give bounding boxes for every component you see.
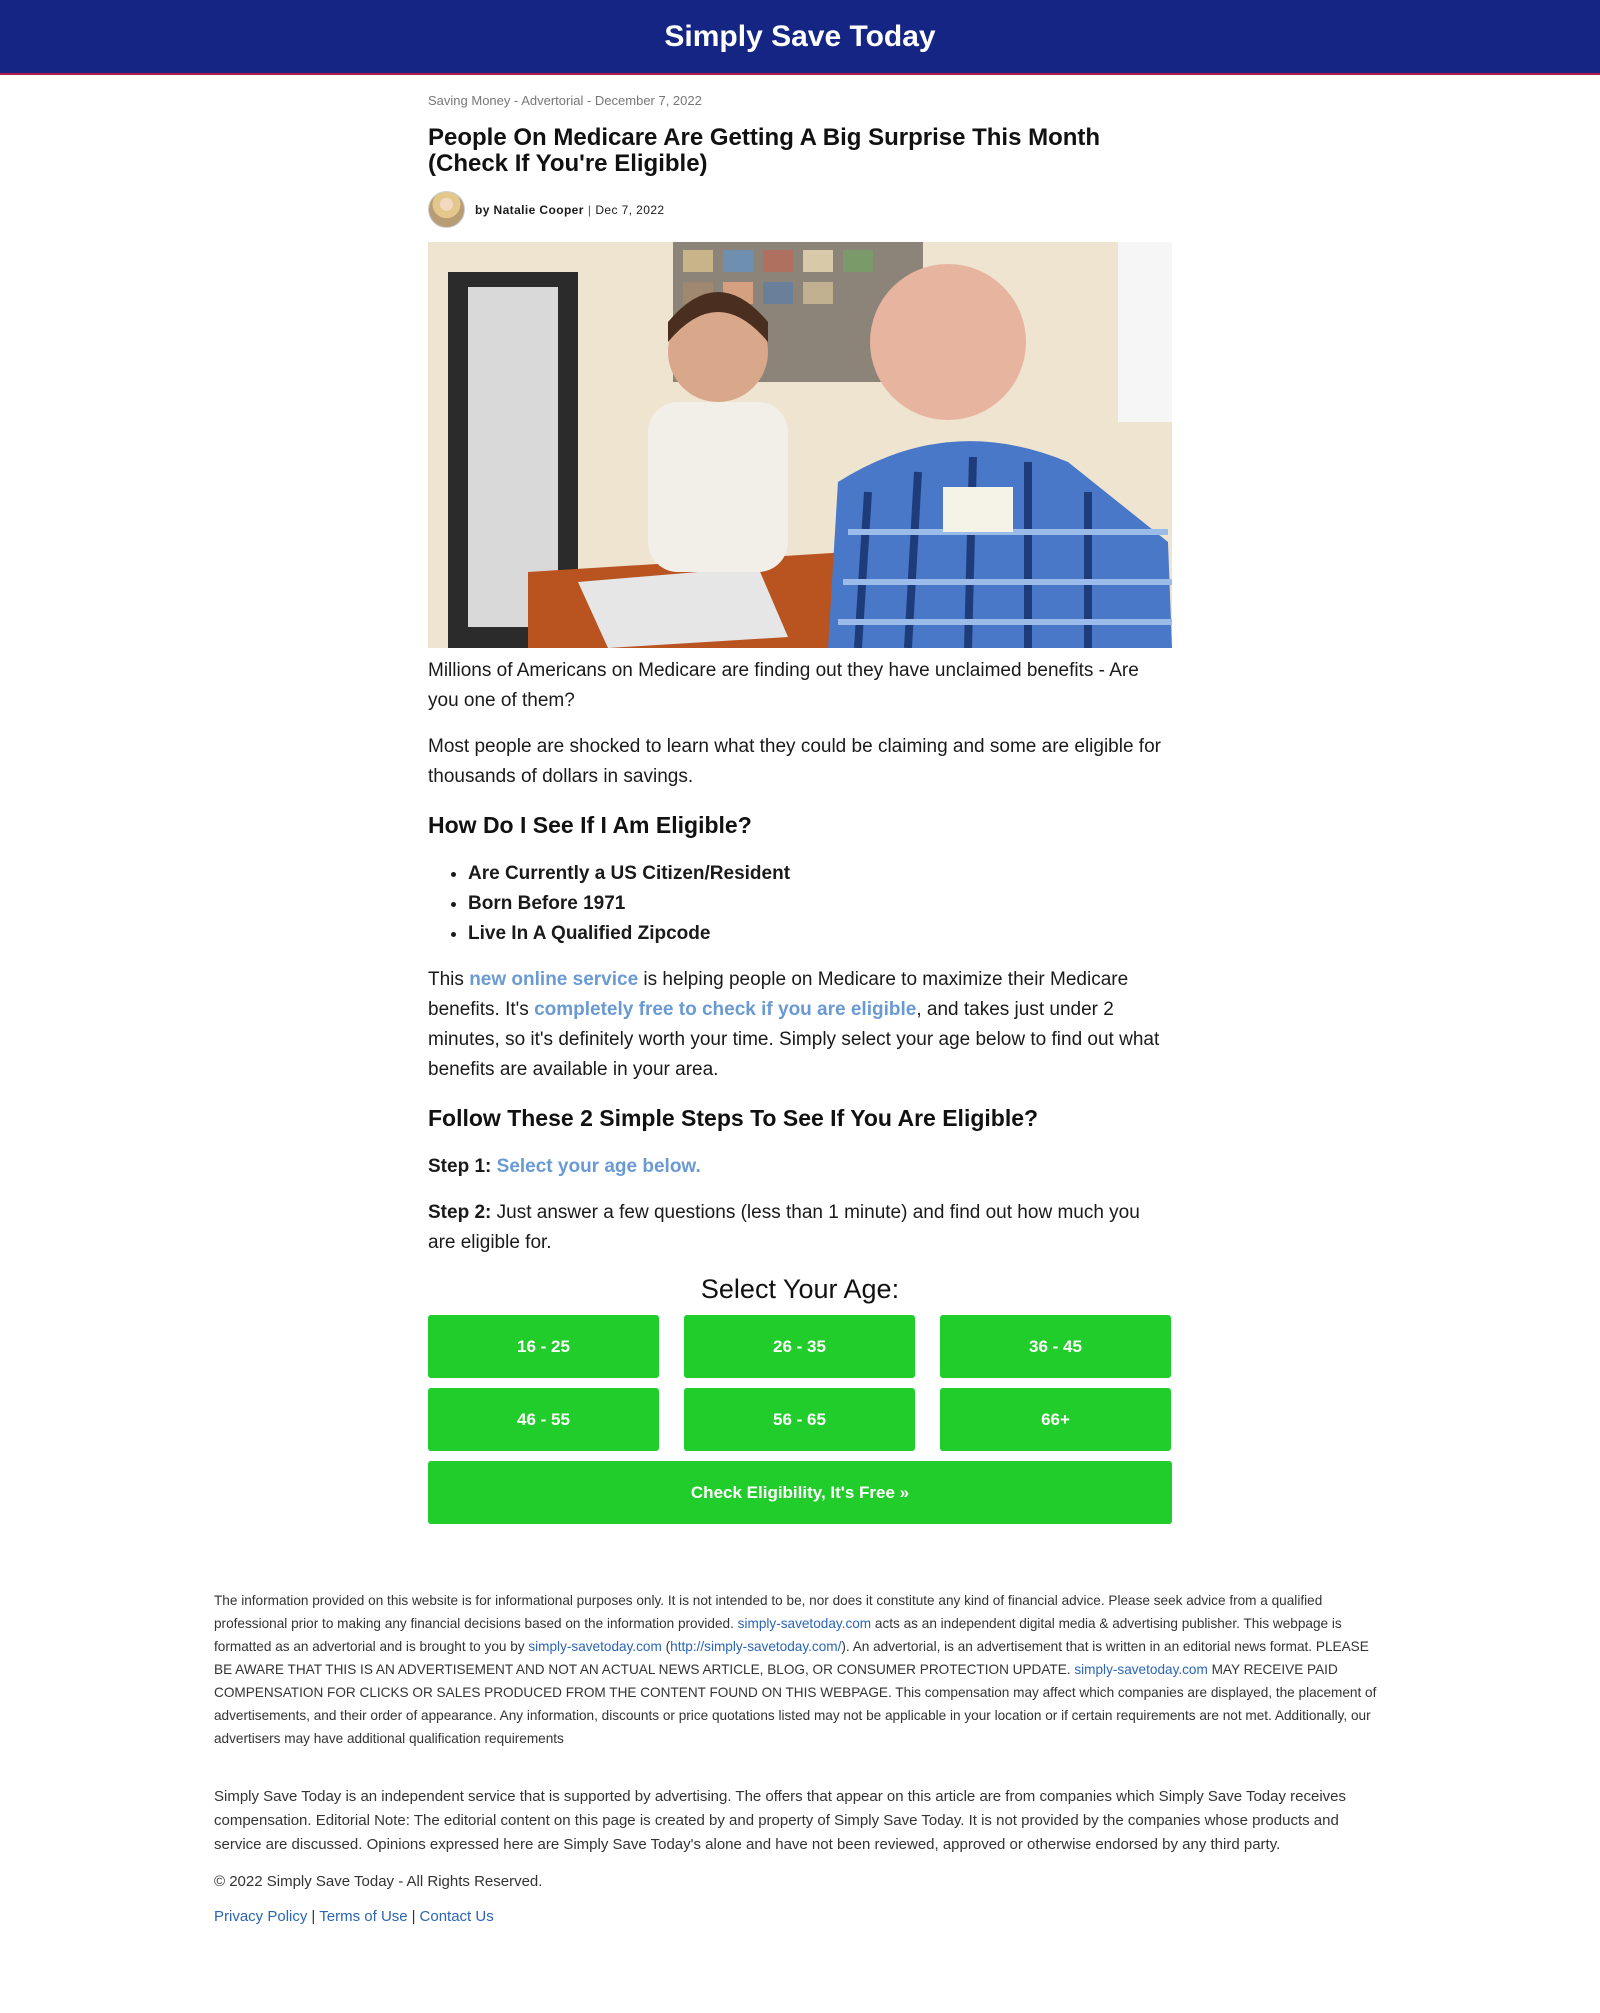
domain-link[interactable]: simply-savetoday.com — [528, 1639, 661, 1654]
age-button-56-65[interactable]: 56 - 65 — [684, 1388, 915, 1451]
select-age-link[interactable]: Select your age below. — [497, 1156, 701, 1177]
age-button-66-plus[interactable]: 66+ — [940, 1388, 1171, 1451]
hero-window — [1118, 242, 1172, 422]
hero-name-badge — [943, 487, 1013, 532]
footer-links: Privacy Policy | Terms of Use | Contact Us — [214, 1908, 494, 1925]
article-meta: Saving Money - Advertorial - December 7,… — [428, 93, 702, 108]
article-headline: People On Medicare Are Getting A Big Sur… — [428, 125, 1172, 177]
step-1-label: Step 1: — [428, 1156, 492, 1177]
step-2-label: Step 2: — [428, 1202, 492, 1223]
step-1: Step 1: Select your age below. — [428, 1152, 1172, 1182]
service-paragraph: This new online service is helping peopl… — [428, 969, 1160, 1080]
disclaimer-text: The information provided on this website… — [214, 1593, 1377, 1746]
requirement-item: Born Before 1971 — [468, 889, 1172, 919]
age-button-36-45[interactable]: 36 - 45 — [940, 1315, 1171, 1378]
domain-link[interactable]: simply-savetoday.com — [1074, 1662, 1207, 1677]
site-url-link[interactable]: http://simply-savetoday.com/ — [670, 1639, 841, 1654]
headline-line-1: People On Medicare Are Getting A Big Sur… — [428, 124, 1101, 151]
intro-paragraph-2: Most people are shocked to learn what th… — [428, 736, 1161, 787]
age-button-46-55[interactable]: 46 - 55 — [428, 1388, 659, 1451]
author-avatar — [428, 191, 465, 228]
step-2: Step 2: Just answer a few questions (les… — [428, 1202, 1140, 1253]
hero-image — [428, 242, 1172, 648]
check-eligibility-button[interactable]: Check Eligibility, It's Free » — [428, 1461, 1172, 1524]
headline-line-2: (Check If You're Eligible) — [428, 150, 708, 177]
age-button-16-25[interactable]: 16 - 25 — [428, 1315, 659, 1378]
byline: by Natalie Cooper | Dec 7, 2022 — [428, 191, 1172, 228]
age-button-26-35[interactable]: 26 - 35 — [684, 1315, 915, 1378]
terms-of-use-link[interactable]: Terms of Use — [319, 1908, 407, 1925]
copyright: © 2022 Simply Save Today - All Rights Re… — [214, 1873, 543, 1890]
new-online-service-link[interactable]: new online service — [469, 969, 638, 990]
site-header: Simply Save Today — [0, 0, 1600, 75]
contact-us-link[interactable]: Contact Us — [420, 1908, 494, 1925]
article: Saving Money - Advertorial - December 7,… — [428, 75, 1172, 1524]
site-title: Simply Save Today — [664, 19, 936, 53]
domain-link[interactable]: simply-savetoday.com — [738, 1616, 871, 1631]
intro-paragraph-1: Millions of Americans on Medicare are fi… — [428, 660, 1139, 711]
privacy-policy-link[interactable]: Privacy Policy — [214, 1908, 307, 1925]
age-button-grid: 16 - 25 26 - 35 36 - 45 46 - 55 56 - 65 … — [428, 1315, 1172, 1451]
requirement-item: Live In A Qualified Zipcode — [468, 919, 1172, 949]
requirements-list: Are Currently a US Citizen/Resident Born… — [428, 859, 1172, 949]
hero-woman-body — [648, 402, 788, 572]
editorial-note: Simply Save Today is an independent serv… — [214, 1788, 1346, 1853]
steps-heading: Follow These 2 Simple Steps To See If Yo… — [428, 1105, 1039, 1131]
requirement-item: Are Currently a US Citizen/Resident — [468, 859, 1172, 889]
age-selector-title: Select Your Age: — [700, 1274, 900, 1304]
author-name: by Natalie Cooper — [475, 202, 584, 217]
free-check-link[interactable]: completely free to check if you are elig… — [534, 999, 916, 1020]
page-footer: The information provided on this website… — [214, 1589, 1386, 1925]
eligibility-heading: How Do I See If I Am Eligible? — [428, 812, 752, 838]
hero-man-head — [870, 264, 1026, 420]
article-date: Dec 7, 2022 — [595, 202, 665, 217]
byline-separator: | — [587, 202, 592, 217]
